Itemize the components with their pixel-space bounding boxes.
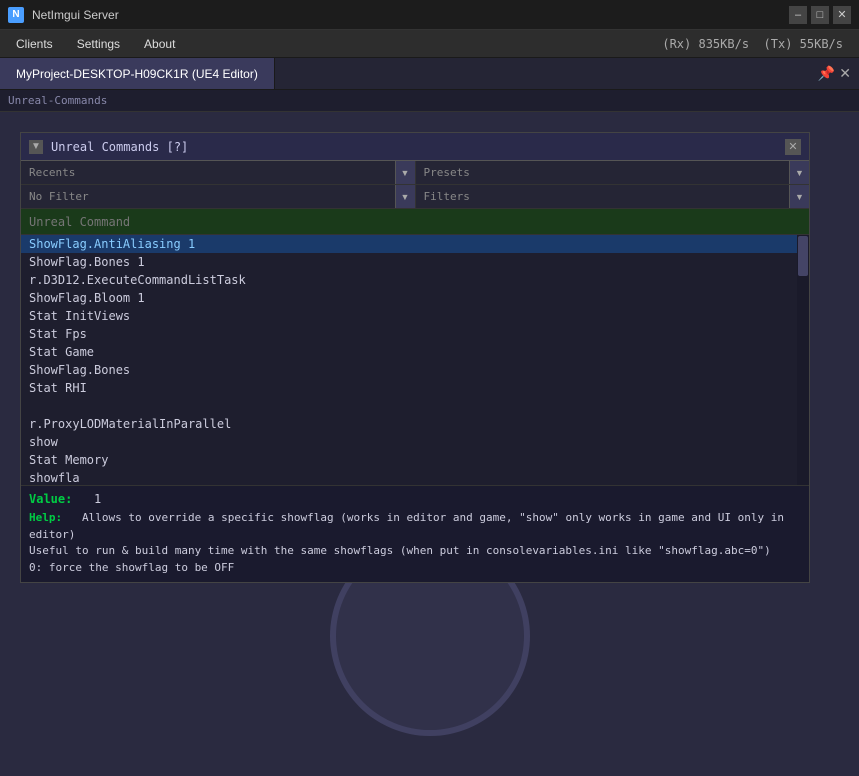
list-area: ShowFlag.AntiAliasing 1ShowFlag.Bones 1r… <box>21 235 809 485</box>
recents-dropdown[interactable]: Recents <box>21 161 395 184</box>
collapse-button[interactable]: ▼ <box>29 140 43 154</box>
tx-stat: (Tx) 55KB/s <box>764 37 843 51</box>
menu-clients[interactable]: Clients <box>4 33 65 55</box>
help-label: Help: <box>29 511 62 524</box>
presets-dropdown[interactable]: Presets <box>416 161 790 184</box>
close-button[interactable]: ✕ <box>833 6 851 24</box>
nofilter-filters-row: No Filter ▼ Filters ▼ <box>21 185 809 209</box>
breadcrumb-text: Unreal-Commands <box>8 94 107 107</box>
breadcrumb: Unreal-Commands <box>0 90 859 112</box>
list-item[interactable]: ShowFlag.AntiAliasing 1 <box>21 235 809 253</box>
value-row: Value: 1 <box>29 492 801 506</box>
filters-dropdown[interactable]: Filters <box>416 185 790 208</box>
presets-dropdown-btn[interactable]: ▼ <box>789 161 809 184</box>
command-input[interactable] <box>29 215 801 229</box>
tab-controls: 📌 ✕ <box>818 58 859 89</box>
menu-settings[interactable]: Settings <box>65 33 132 55</box>
nofilter-dropdown[interactable]: No Filter <box>21 185 395 208</box>
app-title: NetImgui Server <box>32 8 781 22</box>
stats-bar: (Rx) 835KB/s (Tx) 55KB/s <box>646 30 859 58</box>
pin-icon: 📌 <box>818 65 835 82</box>
tab-label: MyProject-DESKTOP-H09CK1R (UE4 Editor) <box>16 67 258 81</box>
list-item[interactable] <box>21 397 809 415</box>
list-item[interactable]: r.ProxyLODMaterialInParallel <box>21 415 809 433</box>
rx-stat: (Rx) 835KB/s <box>662 37 749 51</box>
main-content: ▼ Unreal Commands [?] ✕ Recents ▼ Preset… <box>0 112 859 776</box>
nofilter-label: No Filter <box>29 190 89 203</box>
list-item[interactable]: Stat InitViews <box>21 307 809 325</box>
recents-label: Recents <box>29 166 75 179</box>
panel-header: ▼ Unreal Commands [?] ✕ <box>21 133 809 161</box>
info-area: Value: 1 Help: Allows to override a spec… <box>21 485 809 582</box>
list-item[interactable]: ShowFlag.Bones <box>21 361 809 379</box>
list-item[interactable]: Stat Memory <box>21 451 809 469</box>
filters-label: Filters <box>424 190 470 203</box>
value-label: Value: <box>29 492 72 506</box>
list-item[interactable]: Stat Fps <box>21 325 809 343</box>
list-item[interactable]: ShowFlag.Bones 1 <box>21 253 809 271</box>
window-controls: – □ ✕ <box>789 6 851 24</box>
tab-bar: MyProject-DESKTOP-H09CK1R (UE4 Editor) 📌… <box>0 58 859 90</box>
menu-bar: Clients Settings About (Rx) 835KB/s (Tx)… <box>0 30 859 58</box>
panel-title: Unreal Commands [?] <box>51 140 188 154</box>
list-container: ShowFlag.AntiAliasing 1ShowFlag.Bones 1r… <box>21 235 809 485</box>
help-text: Allows to override a specific showflag (… <box>29 511 791 574</box>
filters-dropdown-btn[interactable]: ▼ <box>789 185 809 208</box>
nofilter-dropdown-btn[interactable]: ▼ <box>395 185 415 208</box>
scrollbar[interactable] <box>797 235 809 485</box>
presets-label: Presets <box>424 166 470 179</box>
maximize-button[interactable]: □ <box>811 6 829 24</box>
list-item[interactable]: r.D3D12.ExecuteCommandListTask <box>21 271 809 289</box>
minimize-button[interactable]: – <box>789 6 807 24</box>
list-item[interactable]: ShowFlag.Bloom 1 <box>21 289 809 307</box>
list-item[interactable]: Stat Game <box>21 343 809 361</box>
title-bar: N NetImgui Server – □ ✕ <box>0 0 859 30</box>
list-item[interactable]: showfla <box>21 469 809 485</box>
scrollbar-thumb[interactable] <box>798 236 808 276</box>
list-item[interactable]: Stat RHI <box>21 379 809 397</box>
menu-about[interactable]: About <box>132 33 187 55</box>
list-item[interactable]: show <box>21 433 809 451</box>
recents-dropdown-btn[interactable]: ▼ <box>395 161 415 184</box>
app-icon: N <box>8 7 24 23</box>
recents-presets-row: Recents ▼ Presets ▼ <box>21 161 809 185</box>
command-input-row[interactable] <box>21 209 809 235</box>
panel-close-button[interactable]: ✕ <box>785 139 801 155</box>
value-data: 1 <box>94 492 101 506</box>
help-row: Help: Allows to override a specific show… <box>29 510 801 576</box>
tab-active[interactable]: MyProject-DESKTOP-H09CK1R (UE4 Editor) <box>0 58 275 89</box>
unreal-commands-panel: ▼ Unreal Commands [?] ✕ Recents ▼ Preset… <box>20 132 810 583</box>
close-tab-icon[interactable]: ✕ <box>839 65 851 82</box>
